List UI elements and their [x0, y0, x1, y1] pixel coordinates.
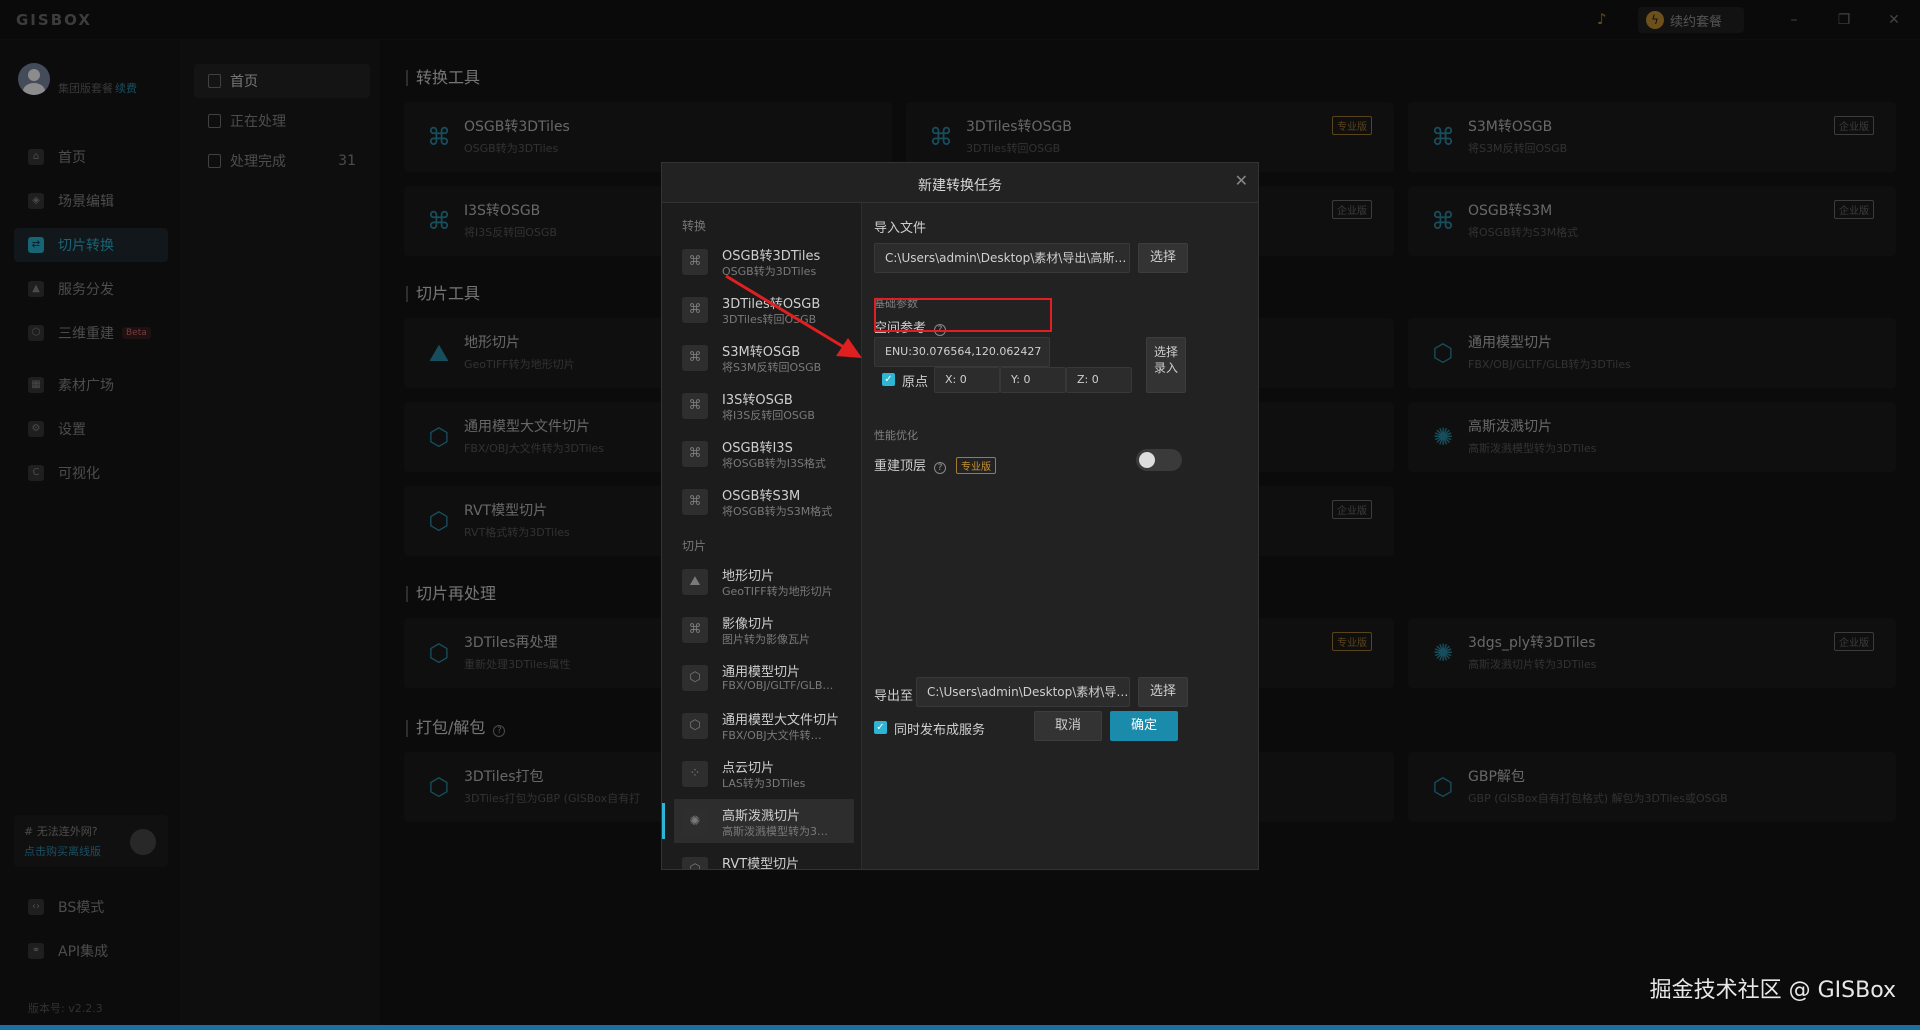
watermark: 掘金技术社区 @ GISBox [1649, 978, 1896, 1003]
help-icon[interactable]: ? [934, 462, 947, 474]
annotation-highlight-box [874, 298, 1052, 332]
perf-label: 性能优化 [874, 429, 918, 442]
image-icon: ⌘ [682, 617, 708, 643]
cancel-button[interactable]: 取消 [1034, 711, 1102, 741]
convert-icon: ⌘ [682, 345, 708, 371]
list-item[interactable]: ⌘ 影像切片 图片转为影像瓦片 [674, 607, 854, 651]
item-name: 通用模型大文件切片 [722, 713, 840, 728]
item-subtitle: 将OSGB转为S3M格式 [722, 505, 833, 518]
publish-label: 同时发布成服务 [894, 723, 986, 738]
item-name: 点云切片 [722, 761, 775, 776]
gaussian-icon: ✺ [682, 809, 708, 835]
export-path-input[interactable]: C:\Users\admin\Desktop\素材\导出\高… [916, 677, 1130, 707]
spatial-ref-input[interactable]: ENU:30.076564,120.062427 [874, 337, 1050, 367]
convert-icon: ⌘ [682, 489, 708, 515]
convert-icon: ⌘ [682, 297, 708, 323]
publish-checkbox[interactable]: ✓ [874, 721, 887, 734]
terrain-icon: ⛰ [682, 569, 708, 595]
list-item[interactable]: ⌘ I3S转OSGB 将I3S反转回OSGB [674, 383, 854, 427]
convert-icon: ⌘ [682, 393, 708, 419]
item-subtitle: 将I3S反转回OSGB [722, 409, 815, 422]
item-subtitle: 将S3M反转回OSGB [722, 361, 822, 374]
dialog-title: 新建转换任务 [918, 178, 1002, 194]
select-enter-button[interactable]: 选择 录入 [1146, 337, 1186, 393]
app-window: GISBOX ♪ ϟ 续约套餐 – ❐ ✕ 集团版套餐 续费 ⌂ 首页 ◈ 场景编辑 … [0, 0, 1920, 1030]
group-label-convert: 转换 [682, 219, 707, 233]
list-item[interactable]: ⬡ 通用模型大文件切片 FBX/OBJ大文件转… [674, 703, 854, 747]
convert-icon: ⌘ [682, 441, 708, 467]
list-item-selected[interactable]: ✺ 高斯泼溅切片 高斯泼溅模型转为3… [662, 799, 854, 843]
close-icon[interactable]: ✕ [1235, 171, 1248, 190]
item-subtitle: 3DTiles转回OSGB [722, 313, 817, 326]
export-select-button[interactable]: 选择 [1138, 677, 1188, 707]
item-name: 高斯泼溅切片 [722, 809, 801, 824]
item-subtitle: FBX/OBJ大文件转… [722, 729, 822, 742]
enter-text: 录入 [1153, 361, 1178, 375]
item-name: S3M转OSGB [722, 345, 801, 360]
item-name: I3S转OSGB [722, 393, 793, 408]
list-item[interactable]: ⌘ OSGB转I3S 将OSGB转为I3S格式 [674, 431, 854, 475]
item-subtitle: OSGB转为3DTiles [722, 265, 817, 278]
item-subtitle: 图片转为影像瓦片 [722, 633, 810, 646]
rebuild-top-text: 重建顶层 [874, 459, 927, 474]
item-name: 影像切片 [722, 617, 775, 632]
import-label: 导入文件 [874, 221, 927, 236]
item-name: RVT模型切片 [722, 857, 800, 869]
group-label-slice: 切片 [682, 539, 707, 553]
z-input[interactable]: Z: 0 [1066, 367, 1132, 393]
convert-icon: ⌘ [682, 249, 708, 275]
list-item[interactable]: ⁘ 点云切片 LAS转为3DTiles [674, 751, 854, 795]
item-name: OSGB转I3S [722, 441, 793, 456]
list-item[interactable]: ⬡ RVT模型切片 [674, 847, 854, 869]
y-input[interactable]: Y: 0 [1000, 367, 1066, 393]
item-subtitle: FBX/OBJ/GLTF/GLB… [722, 679, 834, 692]
new-task-dialog: 新建转换任务 ✕ 转换 ⌘ OSGB转3DTiles OSGB转为3DTiles ⌘… [661, 162, 1259, 870]
item-subtitle: GeoTIFF转为地形切片 [722, 585, 833, 598]
task-type-list: 转换 ⌘ OSGB转3DTiles OSGB转为3DTiles ⌘ 3DTiles转O… [662, 203, 862, 869]
item-subtitle: 将OSGB转为I3S格式 [722, 457, 826, 470]
list-item[interactable]: ⌘ OSGB转S3M 将OSGB转为S3M格式 [674, 479, 854, 523]
item-name: 地形切片 [722, 569, 775, 584]
import-select-button[interactable]: 选择 [1138, 243, 1188, 273]
rebuild-top-label: 重建顶层? 专业版 [874, 455, 997, 474]
bottom-accent-bar [0, 1025, 1920, 1030]
pointcloud-icon: ⁘ [682, 761, 708, 787]
cube-icon: ⬡ [682, 857, 708, 869]
dialog-header: 新建转换任务 ✕ [662, 163, 1258, 203]
cube-icon: ⬡ [682, 665, 708, 691]
list-item[interactable]: ⌘ S3M转OSGB 将S3M反转回OSGB [674, 335, 854, 379]
list-item[interactable]: ⛰ 地形切片 GeoTIFF转为地形切片 [674, 559, 854, 603]
list-item[interactable]: ⬡ 通用模型切片 FBX/OBJ/GLTF/GLB… [674, 655, 854, 699]
item-name: 3DTiles转OSGB [722, 297, 821, 312]
select-text: 选择 [1153, 345, 1178, 359]
cube-icon: ⬡ [682, 713, 708, 739]
item-subtitle: 高斯泼溅模型转为3… [722, 825, 828, 838]
item-name: OSGB转S3M [722, 489, 801, 504]
list-item[interactable]: ⌘ OSGB转3DTiles OSGB转为3DTiles [674, 239, 854, 283]
list-item[interactable]: ⌘ 3DTiles转OSGB 3DTiles转回OSGB [674, 287, 854, 331]
rebuild-top-toggle[interactable] [1136, 449, 1182, 471]
origin-checkbox[interactable]: ✓ [882, 373, 895, 386]
item-name: OSGB转3DTiles [722, 249, 821, 264]
pro-badge: 专业版 [956, 457, 997, 474]
confirm-button[interactable]: 确定 [1110, 711, 1178, 741]
item-name: 通用模型切片 [722, 665, 801, 680]
origin-label: 原点 [902, 375, 929, 390]
x-input[interactable]: X: 0 [934, 367, 1000, 393]
item-subtitle: LAS转为3DTiles [722, 777, 806, 790]
import-file-input[interactable]: C:\Users\admin\Desktop\素材\导出\高斯\铁塔98… [874, 243, 1130, 273]
export-label: 导出至 [874, 689, 914, 704]
